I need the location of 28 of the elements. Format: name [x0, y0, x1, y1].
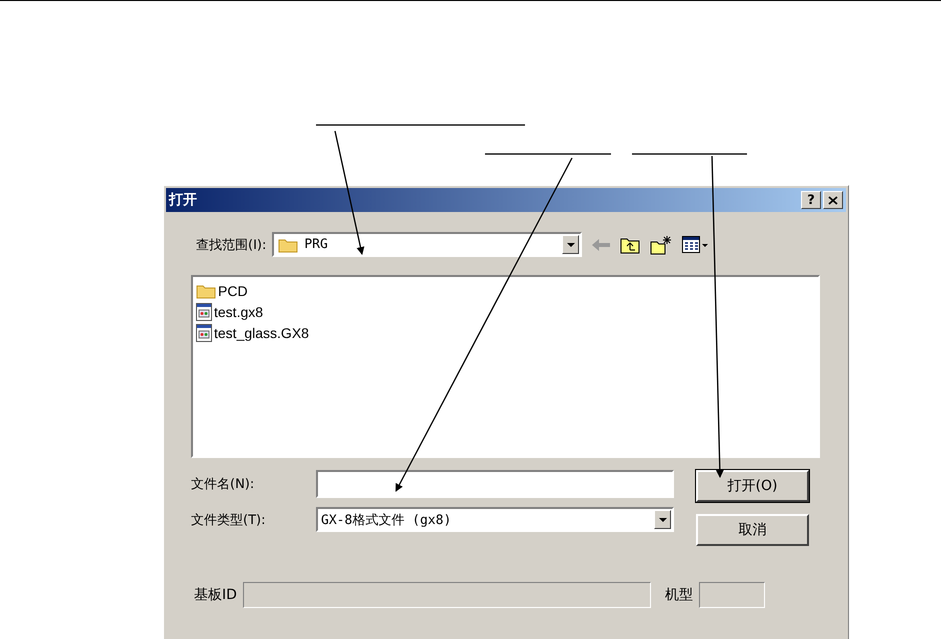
file-list[interactable]: PCD test.gx8 test_glass.GX8 — [191, 275, 820, 458]
file-item[interactable]: test.gx8 — [196, 301, 815, 322]
window-title: 打开 — [169, 191, 197, 209]
new-folder-icon[interactable] — [650, 234, 672, 254]
file-name-label: 文件名(N): — [191, 476, 256, 493]
board-id-label: 基板ID — [194, 586, 237, 604]
up-folder-icon[interactable] — [620, 236, 640, 254]
file-name-field[interactable] — [316, 470, 674, 498]
view-menu-icon[interactable] — [682, 236, 708, 254]
close-button[interactable] — [823, 191, 843, 209]
file-type-label: 文件类型(T): — [191, 512, 266, 528]
folder-icon — [278, 236, 298, 252]
help-button[interactable]: ? — [801, 191, 821, 209]
folder-icon — [196, 282, 216, 298]
open-button[interactable]: 打开(O) — [696, 470, 809, 502]
look-in-label: 查找范围(I): — [196, 236, 266, 254]
caret-icon — [566, 242, 575, 246]
look-in-dropdown[interactable]: PRG — [272, 232, 582, 257]
close-icon — [828, 196, 838, 204]
model-field — [698, 582, 765, 608]
caret-icon — [658, 518, 666, 522]
file-type-dropdown[interactable]: GX-8格式文件 (gx8) — [316, 507, 674, 532]
model-label: 机型 — [664, 586, 693, 604]
document-icon — [196, 324, 212, 342]
file-item[interactable]: test_glass.GX8 — [196, 322, 815, 343]
cancel-button[interactable]: 取消 — [696, 514, 809, 546]
file-item[interactable]: PCD — [196, 280, 815, 301]
document-icon — [196, 302, 212, 320]
